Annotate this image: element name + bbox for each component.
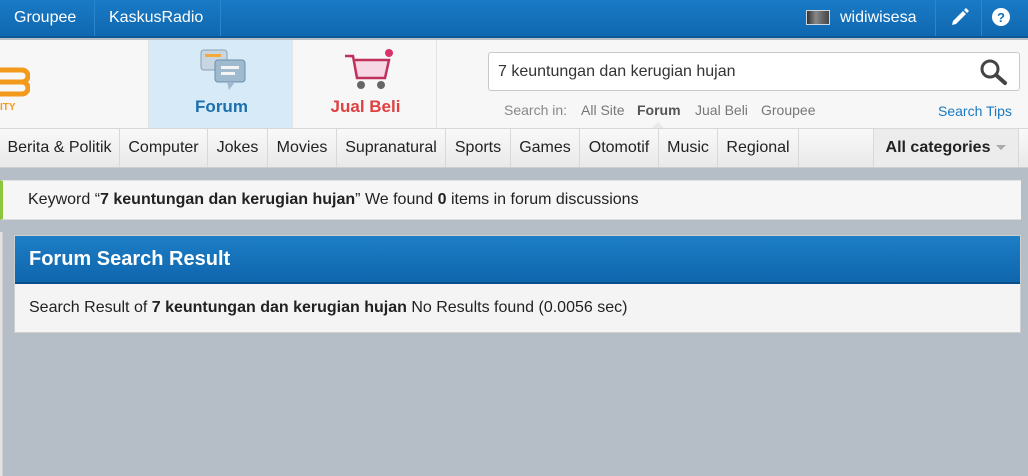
username-link[interactable]: widiwisesa [840,0,916,36]
search-tips-link[interactable]: Search Tips [938,103,1012,119]
category-item[interactable]: Supranatural [337,129,446,167]
search-option-all-site[interactable]: All Site [581,102,625,118]
category-item[interactable]: Music [659,129,718,167]
result-text: Search Result of 7 keuntungan dan kerugi… [29,299,627,317]
search-option-groupee[interactable]: Groupee [761,102,815,118]
notice-suffix: items in forum discussions [446,191,639,208]
header: ITY Forum Jual Beli Search in [0,40,1028,128]
notice-count: 0 [437,191,447,208]
category-item[interactable]: Otomotif [580,129,659,167]
category-item[interactable]: Jokes [208,129,268,167]
search-option-forum[interactable]: Forum [637,102,681,118]
svg-text:?: ? [997,10,1005,25]
result-suffix: No Results found (0.0056 sec) [406,299,628,316]
keyword-notice: Keyword “7 keuntungan dan kerugian hujan… [0,180,1021,220]
all-categories-dropdown[interactable]: All categories [873,129,1019,167]
nav-jual-beli[interactable]: Jual Beli [292,40,437,128]
kaskusradio-link[interactable]: KaskusRadio [95,0,221,36]
search-icon [980,59,1007,85]
category-bar: Berita & Politik Computer Jokes Movies S… [0,128,1028,168]
forum-search-result-panel: Forum Search Result Search Result of 7 k… [14,235,1021,333]
result-keyword: 7 keuntungan dan kerugian hujan [151,299,407,316]
forum-icon [200,49,246,90]
search-input[interactable] [498,62,968,82]
notice-middle: ” We found [355,191,438,208]
notice-prefix: Keyword “ [28,191,101,208]
all-categories-label: All categories [885,139,991,156]
result-prefix: Search Result of [29,299,152,316]
search-button[interactable] [979,58,1009,86]
notice-keyword: 7 keuntungan dan kerugian hujan [100,191,356,208]
panel-header: Forum Search Result [15,236,1020,284]
category-item[interactable]: Sports [446,129,511,167]
nav-forum-label: Forum [195,97,248,116]
category-item[interactable]: Computer [120,129,208,167]
left-sidebar-edge [0,232,3,476]
logo[interactable]: ITY [0,40,148,128]
category-item[interactable]: Movies [268,129,337,167]
pencil-icon[interactable] [935,0,981,36]
shopping-cart-icon [345,49,393,89]
logo-subtext: ITY [0,102,16,113]
search-in-label: Search in: [504,102,568,118]
category-item[interactable]: Regional [718,129,799,167]
nav-jual-beli-label: Jual Beli [330,97,401,116]
search-box [488,52,1020,91]
category-item[interactable]: Berita & Politik [0,129,120,167]
avatar[interactable] [806,10,830,25]
panel-title: Forum Search Result [29,248,231,270]
search-option-jual-beli[interactable]: Jual Beli [695,102,748,118]
help-icon[interactable]: ? [981,0,1027,36]
groupee-link[interactable]: Groupee [0,0,95,36]
nav-forum[interactable]: Forum [148,40,293,128]
category-item[interactable]: Games [511,129,580,167]
chevron-down-icon [996,145,1007,151]
top-bar: Groupee KaskusRadio widiwisesa ? [0,0,1028,38]
